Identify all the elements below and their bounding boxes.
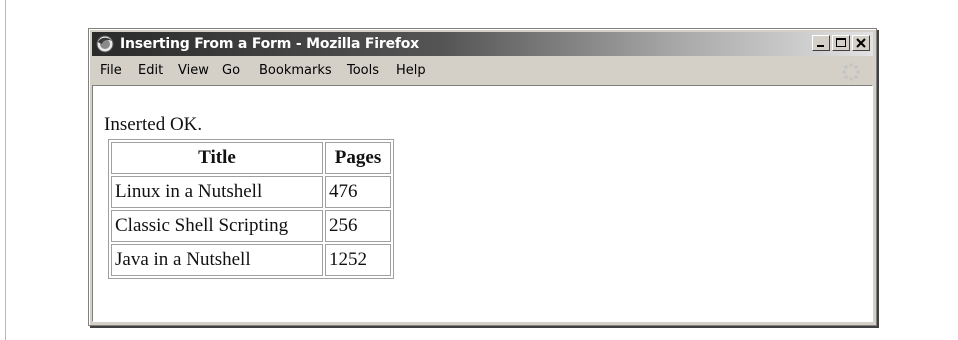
table-row: Classic Shell Scripting 256 bbox=[111, 210, 391, 242]
title-bar[interactable]: Inserting From a Form - Mozilla Firefox bbox=[92, 32, 873, 56]
cell-pages: 1252 bbox=[325, 244, 391, 276]
page-content: Inserted OK. Title Pages Linux in a Nuts… bbox=[92, 85, 873, 322]
firefox-icon bbox=[96, 35, 114, 53]
maximize-icon[interactable] bbox=[832, 35, 850, 51]
throbber-icon bbox=[841, 62, 861, 82]
books-table: Title Pages Linux in a Nutshell 476 Clas… bbox=[108, 139, 394, 279]
cell-pages: 476 bbox=[325, 176, 391, 208]
menu-bar: File Edit View Go Bookmarks Tools Help bbox=[92, 59, 873, 83]
cell-pages: 256 bbox=[325, 210, 391, 242]
table-row: Linux in a Nutshell 476 bbox=[111, 176, 391, 208]
menu-help[interactable]: Help bbox=[396, 63, 426, 78]
close-icon[interactable] bbox=[852, 35, 870, 51]
menu-go[interactable]: Go bbox=[222, 63, 240, 78]
minimize-icon[interactable] bbox=[812, 35, 830, 51]
menu-edit[interactable]: Edit bbox=[138, 63, 163, 78]
column-header-pages: Pages bbox=[325, 142, 391, 174]
column-header-title: Title bbox=[111, 142, 323, 174]
status-message: Inserted OK. bbox=[104, 114, 203, 135]
menu-view[interactable]: View bbox=[178, 63, 209, 78]
table-header-row: Title Pages bbox=[111, 142, 391, 174]
cell-title: Classic Shell Scripting bbox=[111, 210, 323, 242]
menu-tools[interactable]: Tools bbox=[347, 63, 379, 78]
page-frame-line bbox=[5, 0, 6, 340]
cell-title: Java in a Nutshell bbox=[111, 244, 323, 276]
browser-window: Inserting From a Form - Mozilla Firefox … bbox=[88, 28, 877, 326]
window-title: Inserting From a Form - Mozilla Firefox bbox=[120, 36, 420, 52]
cell-title: Linux in a Nutshell bbox=[111, 176, 323, 208]
menu-bookmarks[interactable]: Bookmarks bbox=[259, 63, 332, 78]
table-row: Java in a Nutshell 1252 bbox=[111, 244, 391, 276]
menu-file[interactable]: File bbox=[100, 63, 122, 78]
window-controls bbox=[812, 35, 870, 51]
